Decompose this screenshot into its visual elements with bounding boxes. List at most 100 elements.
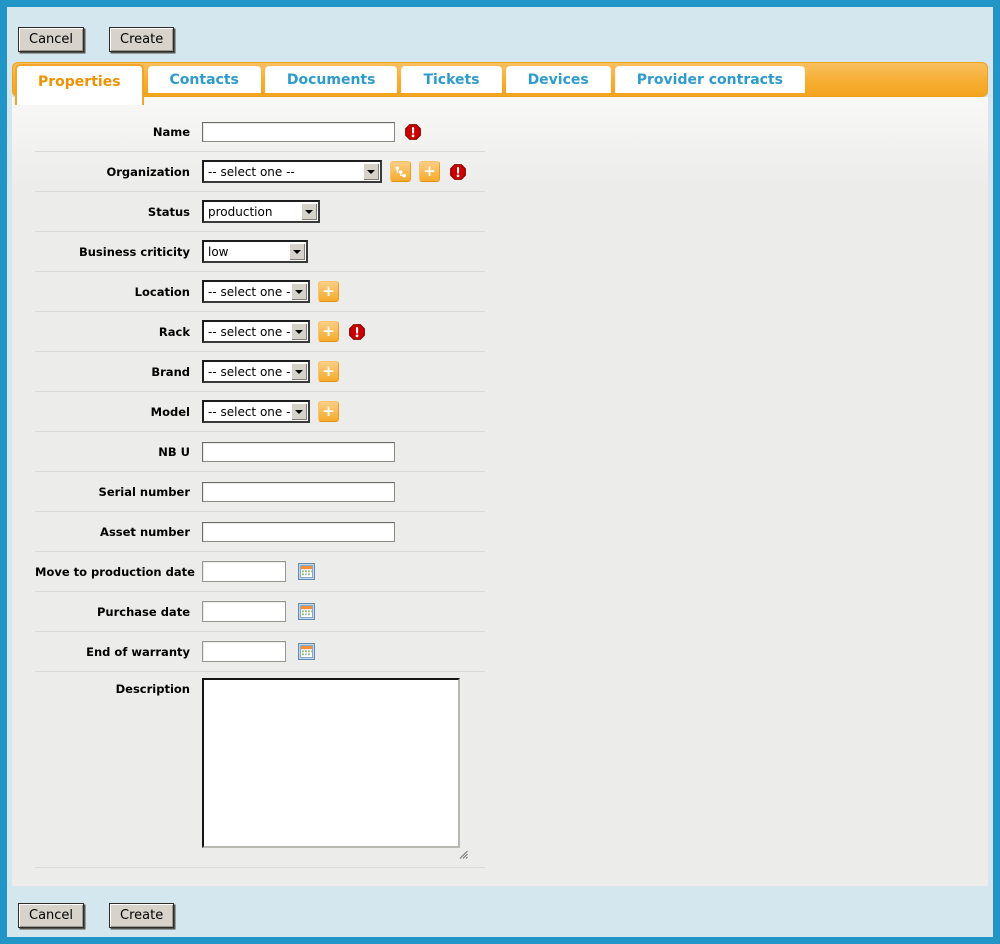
- purchase-date-input[interactable]: [202, 601, 286, 622]
- tab-tickets[interactable]: Tickets: [401, 66, 501, 93]
- brand-select[interactable]: -- select one --: [202, 360, 310, 383]
- field-label: NB U: [35, 445, 190, 459]
- field-nb-u: [202, 442, 395, 462]
- chevron-down-icon[interactable]: [291, 403, 307, 420]
- browse-hierarchy-button[interactable]: [390, 161, 411, 182]
- field-label: Move to production date: [35, 565, 190, 579]
- add-button[interactable]: +: [318, 401, 339, 422]
- form-row: NB U: [35, 431, 485, 471]
- tab-devices[interactable]: Devices: [506, 66, 611, 93]
- form-row: Model -- select one -- +: [35, 391, 485, 431]
- business-criticity-select[interactable]: low: [202, 240, 308, 263]
- chevron-down-icon[interactable]: [289, 243, 305, 260]
- field-label: Description: [35, 678, 190, 696]
- cancel-button[interactable]: Cancel: [18, 903, 84, 928]
- chevron-down-icon[interactable]: [291, 323, 307, 340]
- tab-properties[interactable]: Properties: [15, 64, 144, 105]
- hierarchy-icon: [394, 165, 407, 178]
- form-row: Brand -- select one -- +: [35, 351, 485, 391]
- form-row: End of warranty: [35, 631, 485, 671]
- calendar-icon: [298, 643, 315, 660]
- field-label: Rack: [35, 325, 190, 339]
- plus-icon: +: [322, 404, 335, 419]
- tab-bar: Properties Contacts Documents Tickets Device…: [12, 62, 988, 97]
- tab-label: Documents: [287, 72, 376, 88]
- create-button[interactable]: Create: [109, 903, 174, 928]
- organization-select[interactable]: -- select one --: [202, 160, 382, 183]
- field-label: Brand: [35, 365, 190, 379]
- add-button[interactable]: +: [318, 321, 339, 342]
- end-of-warranty-input[interactable]: [202, 641, 286, 662]
- field-label: Model: [35, 405, 190, 419]
- top-toolbar: Cancel Create: [12, 7, 988, 62]
- field-label: Business criticity: [35, 245, 190, 259]
- field-label: Serial number: [35, 485, 190, 499]
- field-purchase-date: [202, 601, 315, 622]
- name-input[interactable]: [202, 122, 395, 142]
- location-select[interactable]: -- select one --: [202, 280, 310, 303]
- move-to-production-date-input[interactable]: [202, 561, 286, 582]
- tab-provider-contracts[interactable]: Provider contracts: [615, 66, 805, 93]
- tab-label: Devices: [528, 72, 589, 88]
- form-row: Serial number: [35, 471, 485, 511]
- bottom-toolbar: Cancel Create: [12, 886, 988, 937]
- tab-label: Properties: [38, 74, 121, 90]
- field-move-to-production-date: [202, 561, 315, 582]
- date-picker-button[interactable]: [298, 563, 315, 580]
- plus-icon: +: [322, 324, 335, 339]
- add-button[interactable]: +: [318, 281, 339, 302]
- field-asset-number: [202, 522, 395, 542]
- form-row: Move to production date: [35, 551, 485, 591]
- nb-u-input[interactable]: [202, 442, 395, 462]
- create-form: Name Organization -- select one -- + Statusp…: [35, 112, 485, 868]
- field-location: -- select one -- +: [202, 280, 339, 303]
- field-label: Name: [35, 125, 190, 139]
- form-row: Business criticity low: [35, 231, 485, 271]
- mandatory-icon: [349, 324, 365, 340]
- field-rack: -- select one -- +: [202, 320, 365, 343]
- field-end-of-warranty: [202, 641, 315, 662]
- select-value: -- select one --: [204, 365, 290, 379]
- tab-label: Provider contracts: [637, 72, 783, 88]
- field-brand: -- select one -- +: [202, 360, 339, 383]
- select-value: -- select one --: [204, 285, 290, 299]
- form-row: Status production: [35, 191, 485, 231]
- field-label: Status: [35, 205, 190, 219]
- mandatory-icon: [405, 124, 421, 140]
- add-button[interactable]: +: [419, 161, 440, 182]
- create-button[interactable]: Create: [109, 27, 174, 52]
- field-model: -- select one -- +: [202, 400, 339, 423]
- field-serial-number: [202, 482, 395, 502]
- rack-select[interactable]: -- select one --: [202, 320, 310, 343]
- form-row: Organization -- select one -- +: [35, 151, 485, 191]
- plus-icon: +: [423, 164, 436, 179]
- asset-number-input[interactable]: [202, 522, 395, 542]
- chevron-down-icon[interactable]: [301, 203, 317, 220]
- resize-handle-icon[interactable]: [457, 844, 468, 863]
- cancel-button[interactable]: Cancel: [18, 27, 84, 52]
- chevron-down-icon[interactable]: [291, 283, 307, 300]
- tab-contacts[interactable]: Contacts: [148, 66, 261, 93]
- field-label: End of warranty: [35, 645, 190, 659]
- add-button[interactable]: +: [318, 361, 339, 382]
- tab-label: Contacts: [170, 72, 239, 88]
- field-label: Organization: [35, 165, 190, 179]
- chevron-down-icon[interactable]: [291, 363, 307, 380]
- status-select[interactable]: production: [202, 200, 320, 223]
- field-label: Asset number: [35, 525, 190, 539]
- serial-number-input[interactable]: [202, 482, 395, 502]
- form-row: Name: [35, 112, 485, 151]
- textarea-wrapper: [202, 678, 460, 852]
- calendar-icon: [298, 603, 315, 620]
- model-select[interactable]: -- select one --: [202, 400, 310, 423]
- field-name: [202, 122, 421, 142]
- tab-documents[interactable]: Documents: [265, 66, 398, 93]
- date-picker-button[interactable]: [298, 643, 315, 660]
- description-textarea[interactable]: [202, 678, 460, 848]
- select-value: low: [204, 245, 288, 259]
- chevron-down-icon[interactable]: [363, 163, 379, 180]
- plus-icon: +: [322, 364, 335, 379]
- properties-panel: Name Organization -- select one -- + Statusp…: [12, 97, 988, 886]
- date-picker-button[interactable]: [298, 603, 315, 620]
- select-value: -- select one --: [204, 405, 290, 419]
